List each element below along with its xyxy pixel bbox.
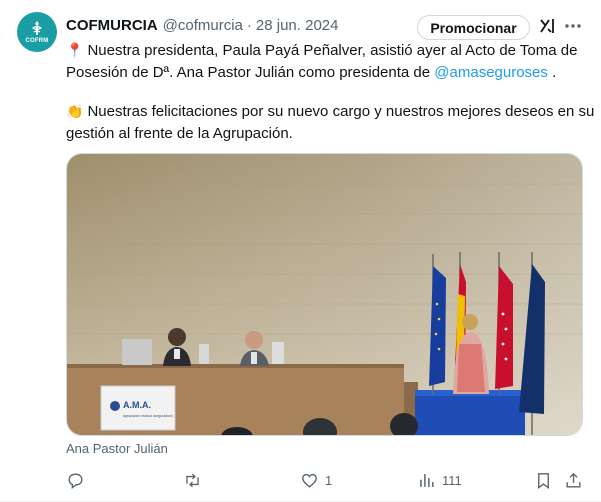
- bookmark-icon: [538, 472, 549, 489]
- clap-emoji: 👏: [66, 103, 84, 119]
- like-icon: [302, 473, 317, 488]
- share-button[interactable]: [564, 468, 583, 492]
- person-1: [168, 328, 186, 346]
- separator-dot: ·: [246, 16, 252, 34]
- display-name[interactable]: COFMURCIA: [66, 17, 158, 34]
- avatar-logo-text: COFRM: [25, 37, 49, 44]
- paragraph-2-text: Nuestras felicitaciones por su nuevo car…: [66, 103, 595, 142]
- share-icon: [566, 472, 581, 488]
- tweet-actions: 1 111: [66, 468, 586, 492]
- media-caption: Ana Pastor Julián: [66, 441, 168, 456]
- ama-sign-title: A.M.A.: [123, 400, 151, 410]
- person-2: [245, 331, 263, 349]
- pin-emoji: 📍: [66, 42, 84, 58]
- tweet-media-photo[interactable]: A.M.A. agrupación mutual aseguradora: [66, 153, 583, 436]
- tweet-text-paragraph-1: 📍 Nuestra presidenta, Paula Payá Peñalver…: [66, 39, 596, 84]
- tweet-card[interactable]: COFRM COFMURCIA @cofmurcia · 28 jun. 202…: [0, 0, 601, 502]
- promote-button[interactable]: Promocionar: [417, 15, 530, 40]
- tweet-header: COFMURCIA @cofmurcia · 28 jun. 2024: [66, 14, 338, 36]
- views-count: 111: [442, 472, 462, 488]
- views-icon: [420, 473, 434, 487]
- tweet-text-paragraph-2: 👏 Nuestras felicitaciones por su nuevo ca…: [66, 100, 596, 145]
- cofrm-logo-icon: [31, 20, 43, 35]
- grok-icon[interactable]: [538, 16, 558, 36]
- user-handle[interactable]: @cofmurcia: [163, 17, 243, 34]
- avatar[interactable]: COFRM: [17, 12, 57, 52]
- speaker: [462, 314, 478, 330]
- podium: [415, 394, 525, 435]
- event-photo: A.M.A. agrupación mutual aseguradora: [67, 154, 582, 435]
- tweet-date[interactable]: 28 jun. 2024: [256, 17, 339, 34]
- retweet-button[interactable]: [183, 468, 208, 492]
- bookmark-button[interactable]: [534, 468, 553, 492]
- retweet-icon: [186, 473, 199, 487]
- paragraph-1-end: .: [547, 64, 557, 81]
- views-button[interactable]: 111: [417, 468, 462, 492]
- like-count: 1: [325, 472, 333, 488]
- like-button[interactable]: 1: [300, 468, 332, 492]
- reply-button[interactable]: [66, 468, 91, 492]
- more-icon[interactable]: [563, 16, 583, 36]
- mention-link[interactable]: @amaseguroses: [434, 64, 548, 81]
- reply-icon: [68, 472, 83, 489]
- ama-sign-subtitle: agrupación mutual aseguradora: [123, 414, 172, 418]
